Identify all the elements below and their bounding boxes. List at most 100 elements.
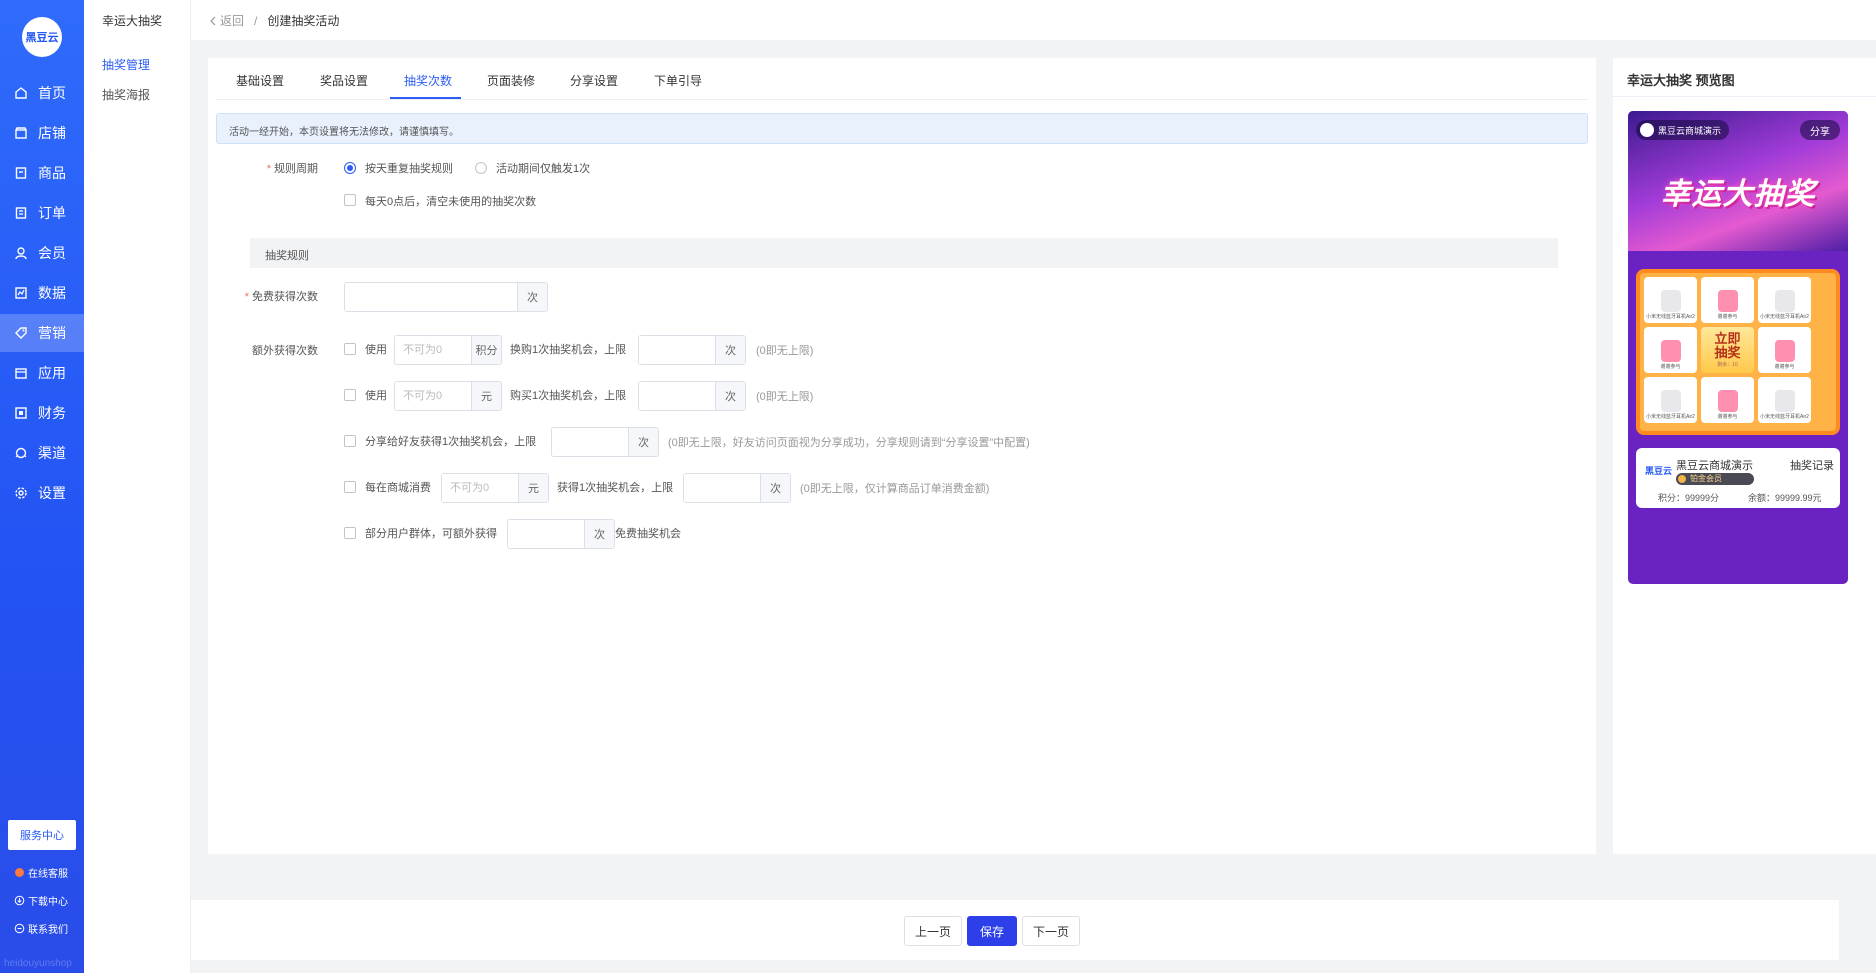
nav-item-member[interactable]: 会员 [0, 234, 84, 272]
nav-item-channel[interactable]: 渠道 [0, 434, 84, 472]
nav-item-home[interactable]: 首页 [0, 74, 84, 112]
tab-order-guide[interactable]: 下单引导 [654, 72, 702, 89]
nav-item-label: 财务 [38, 405, 66, 421]
subnav-item-lottery-manage[interactable]: 抽奖管理 [102, 56, 150, 73]
back-link[interactable]: 返回 [209, 12, 244, 29]
home-icon [14, 86, 28, 100]
divider [1613, 96, 1876, 97]
nav-item-app[interactable]: 应用 [0, 354, 84, 392]
nav-item-shop[interactable]: 店铺 [0, 114, 84, 152]
exchange-limit-input[interactable]: 次 [638, 335, 746, 365]
free-times-field[interactable] [345, 283, 517, 311]
purchase-limit-input[interactable]: 次 [638, 381, 746, 411]
spend-text: 获得1次抽奖机会，上限 [557, 482, 674, 494]
shop-badge: 黑豆云商城演示 [1636, 120, 1730, 140]
user-info-card: 黑豆云 黑豆云商城演示 抽奖记录 铂金会员 积分：99999分 余额：99999… [1636, 448, 1840, 508]
prize-name: 谢谢参与 [1660, 363, 1681, 370]
top-bar: 返回 / 创建抽奖活动 [191, 0, 1876, 40]
prize-name: 小米无线蓝牙耳机Air2 [1760, 413, 1809, 420]
extra-times-label: 额外获得次数 [252, 345, 318, 357]
clear-unused-label: 每天0点后，清空未使用的抽奖次数 [365, 196, 537, 208]
service-center-button[interactable]: 服务中心 [8, 820, 76, 850]
exchange-limit-field[interactable] [639, 336, 715, 364]
chat-icon [14, 867, 25, 878]
spend-checkbox[interactable] [344, 481, 356, 493]
share-button[interactable]: 分享 [1800, 120, 1840, 140]
nav-item-data[interactable]: 数据 [0, 274, 84, 312]
nav-item-order[interactable]: 订单 [0, 194, 84, 232]
points-field[interactable] [395, 336, 471, 364]
purchase-limit-field[interactable] [639, 382, 715, 410]
member-icon [14, 246, 28, 260]
yuan-unit: 元 [471, 382, 501, 410]
spend-amount-field[interactable] [442, 474, 518, 502]
settings-icon [14, 486, 28, 500]
contact-us-link[interactable]: 联系我们 [14, 921, 68, 936]
prize-name: 小米无线蓝牙耳机Air2 [1646, 313, 1695, 320]
share-checkbox[interactable] [344, 435, 356, 447]
times-unit: 次 [517, 283, 547, 311]
brand-logo[interactable]: 黑豆云 [22, 17, 62, 57]
gift-icon [1717, 389, 1738, 412]
spend-amount-input[interactable]: 元 [441, 473, 549, 503]
times-unit: 次 [760, 474, 790, 502]
prize-cell: 小米无线蓝牙耳机Air2 [1644, 377, 1697, 423]
subnav-item-lottery-poster[interactable]: 抽奖海报 [102, 86, 150, 103]
contact-icon [14, 923, 25, 934]
times-unit: 次 [715, 382, 745, 410]
download-center-label: 下载中心 [28, 897, 68, 908]
section-header: 抽奖规则 [250, 238, 1558, 268]
points-input[interactable]: 积分 [394, 335, 502, 365]
cycle-radio-daily[interactable] [344, 162, 356, 174]
spend-limit-field[interactable] [684, 474, 760, 502]
share-limit-field[interactable] [552, 428, 628, 456]
share-limit-input[interactable]: 次 [551, 427, 659, 457]
prev-page-button[interactable]: 上一页 [904, 916, 962, 946]
nav-item-settings[interactable]: 设置 [0, 474, 84, 512]
cycle-radio-once[interactable] [475, 162, 487, 174]
nav-item-label: 营销 [38, 325, 66, 341]
group-extra-field[interactable] [508, 520, 584, 548]
nav-item-marketing[interactable]: 营销 [0, 314, 84, 352]
save-button[interactable]: 保存 [967, 916, 1017, 946]
lottery-record-link[interactable]: 抽奖记录 [1790, 457, 1834, 473]
purchase-amount-input[interactable]: 元 [394, 381, 502, 411]
free-times-input[interactable]: 次 [344, 282, 548, 312]
online-support-link[interactable]: 在线客服 [14, 865, 68, 880]
nav-item-finance[interactable]: 财务 [0, 394, 84, 432]
tab-page-decor[interactable]: 页面装修 [487, 72, 535, 89]
nav-item-label: 数据 [38, 285, 66, 301]
group-extra-input[interactable]: 次 [507, 519, 615, 549]
breadcrumb-separator: / [254, 13, 258, 28]
points-exchange-checkbox[interactable] [344, 343, 356, 355]
nav-item-label: 首页 [38, 85, 66, 101]
lottery-banner: 黑豆云商城演示 分享 幸运大抽奖 [1628, 111, 1848, 251]
download-center-link[interactable]: 下载中心 [14, 893, 68, 908]
spend-limit-input[interactable]: 次 [683, 473, 791, 503]
user-avatar: 黑豆云 [1645, 466, 1673, 476]
gift-icon [1774, 339, 1795, 362]
tab-prize-settings[interactable]: 奖品设置 [320, 72, 368, 89]
share-text: 分享给好友获得1次抽奖机会，上限 [365, 436, 537, 448]
notice-banner: 活动一经开始，本页设置将无法修改，请谨慎填写。 [216, 113, 1588, 144]
times-unit: 次 [584, 520, 614, 548]
times-unit: 次 [628, 428, 658, 456]
user-group-checkbox[interactable] [344, 527, 356, 539]
tab-share-settings[interactable]: 分享设置 [570, 72, 618, 89]
no-limit-note: (0即无上限) [756, 391, 814, 403]
user-balance: 余额：99999.99元 [1748, 493, 1822, 503]
cycle-option-once-label: 活动期间仅触发1次 [496, 163, 591, 175]
goods-icon [14, 166, 28, 180]
next-page-button[interactable]: 下一页 [1022, 916, 1080, 946]
clear-unused-checkbox[interactable] [344, 194, 356, 206]
nav-item-goods[interactable]: 商品 [0, 154, 84, 192]
preview-title: 幸运大抽奖 预览图 [1627, 73, 1735, 88]
draw-now-label: 立即抽奖 [1714, 330, 1741, 361]
purchase-amount-field[interactable] [395, 382, 471, 410]
download-icon [14, 895, 25, 906]
tab-basic-settings[interactable]: 基础设置 [236, 72, 284, 89]
draw-now-button[interactable]: 立即抽奖 剩余：10 [1701, 327, 1754, 373]
gift-icon [1660, 339, 1681, 362]
purchase-checkbox[interactable] [344, 389, 356, 401]
tab-lottery-times[interactable]: 抽奖次数 [404, 72, 452, 89]
